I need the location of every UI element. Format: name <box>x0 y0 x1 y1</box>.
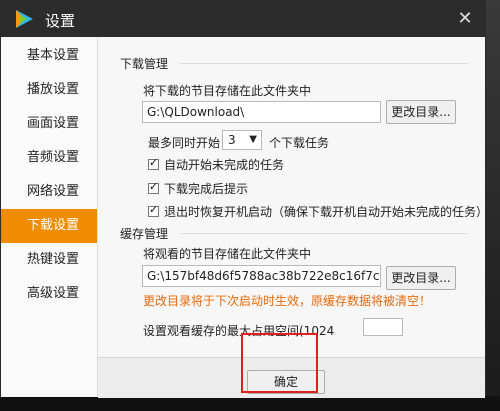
complete-notify-label: 下载完成后提示 <box>164 182 249 196</box>
close-icon[interactable]: ✕ <box>453 7 477 31</box>
restore-autostart-label: 退出时恢复开机启动（确保下载开机自动开始未完成的任务） <box>164 205 489 219</box>
cache-folder-label: 将观看的节目存储在此文件夹中 <box>143 247 312 261</box>
concurrent-tasks-value: 3 <box>228 133 236 147</box>
sidebar-item-playback[interactable]: 播放设置 <box>1 73 97 107</box>
title-bar: 设置 ✕ <box>1 1 485 37</box>
sidebar-item-audio[interactable]: 音频设置 <box>1 141 97 175</box>
auto-start-label: 自动开始未完成的任务 <box>164 158 285 172</box>
cache-change-dir-button[interactable]: 更改目录... <box>386 266 456 290</box>
highlight-box <box>241 333 318 393</box>
cache-section-divider <box>180 233 468 234</box>
background-strip-bottom <box>0 396 500 411</box>
background-strip-right <box>486 0 500 411</box>
sidebar-item-hotkeys[interactable]: 热键设置 <box>1 243 97 277</box>
download-folder-input[interactable]: G:\QLDownload\ <box>142 101 381 123</box>
chevron-down-icon: ▼ <box>249 134 257 145</box>
download-change-dir-button[interactable]: 更改目录... <box>386 100 456 124</box>
cache-folder-input[interactable]: G:\157bf48d6f5788ac38b722e8c16f7cd9\ <box>142 265 381 287</box>
checkbox-checked-icon <box>148 180 159 194</box>
cache-max-size-input[interactable] <box>363 318 403 336</box>
window-title: 设置 <box>45 12 76 30</box>
sidebar-item-picture[interactable]: 画面设置 <box>1 107 97 141</box>
complete-notify-checkbox[interactable]: 下载完成后提示 <box>148 180 248 197</box>
checkbox-checked-icon <box>148 203 159 217</box>
settings-sidebar: 基本设置 播放设置 画面设置 音频设置 网络设置 下载设置 热键设置 高级设置 <box>1 37 98 397</box>
sidebar-item-basic[interactable]: 基本设置 <box>1 39 97 73</box>
sidebar-item-network[interactable]: 网络设置 <box>1 175 97 209</box>
checkbox-checked-icon <box>148 156 159 170</box>
download-section-divider <box>180 63 468 64</box>
restore-autostart-checkbox[interactable]: 退出时恢复开机启动（确保下载开机自动开始未完成的任务） <box>148 203 488 220</box>
sidebar-item-download[interactable]: 下载设置 <box>1 209 97 243</box>
cache-section-title: 缓存管理 <box>120 227 169 241</box>
download-section-title: 下载管理 <box>120 57 169 71</box>
auto-start-checkbox[interactable]: 自动开始未完成的任务 <box>148 156 284 173</box>
download-folder-label: 将下载的节目存储在此文件夹中 <box>143 84 312 98</box>
concurrent-tasks-select[interactable]: 3 ▼ <box>222 130 262 150</box>
sidebar-item-advanced[interactable]: 高级设置 <box>1 277 97 311</box>
app-logo-icon <box>16 10 33 28</box>
concurrent-prefix-label: 最多同时开始 <box>148 136 221 150</box>
concurrent-suffix-label: 个下载任务 <box>269 136 330 150</box>
cache-warning-text: 更改目录将于下次启动时生效，原缓存数据将被清空！ <box>143 294 432 308</box>
